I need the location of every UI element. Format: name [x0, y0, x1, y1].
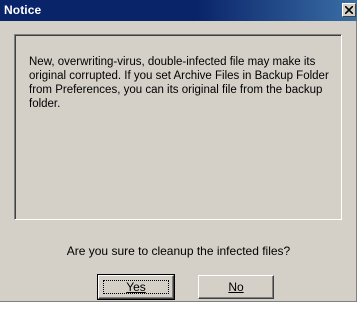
yes-button[interactable]: Yes: [97, 274, 175, 300]
dialog-title: Notice: [4, 3, 42, 17]
yes-button-label: Yes: [126, 279, 146, 294]
close-button[interactable]: [342, 3, 356, 17]
notice-dialog: Notice New, overwriting-virus, double-in…: [0, 0, 357, 302]
message-panel: New, overwriting-virus, double-infected …: [14, 34, 342, 220]
title-bar[interactable]: Notice: [0, 0, 357, 21]
no-button-label: No: [228, 279, 244, 294]
close-icon: [345, 6, 353, 14]
confirmation-question: Are you sure to cleanup the infected fil…: [66, 244, 291, 258]
message-text: New, overwriting-virus, double-infected …: [29, 56, 329, 110]
no-button[interactable]: No: [198, 275, 274, 299]
